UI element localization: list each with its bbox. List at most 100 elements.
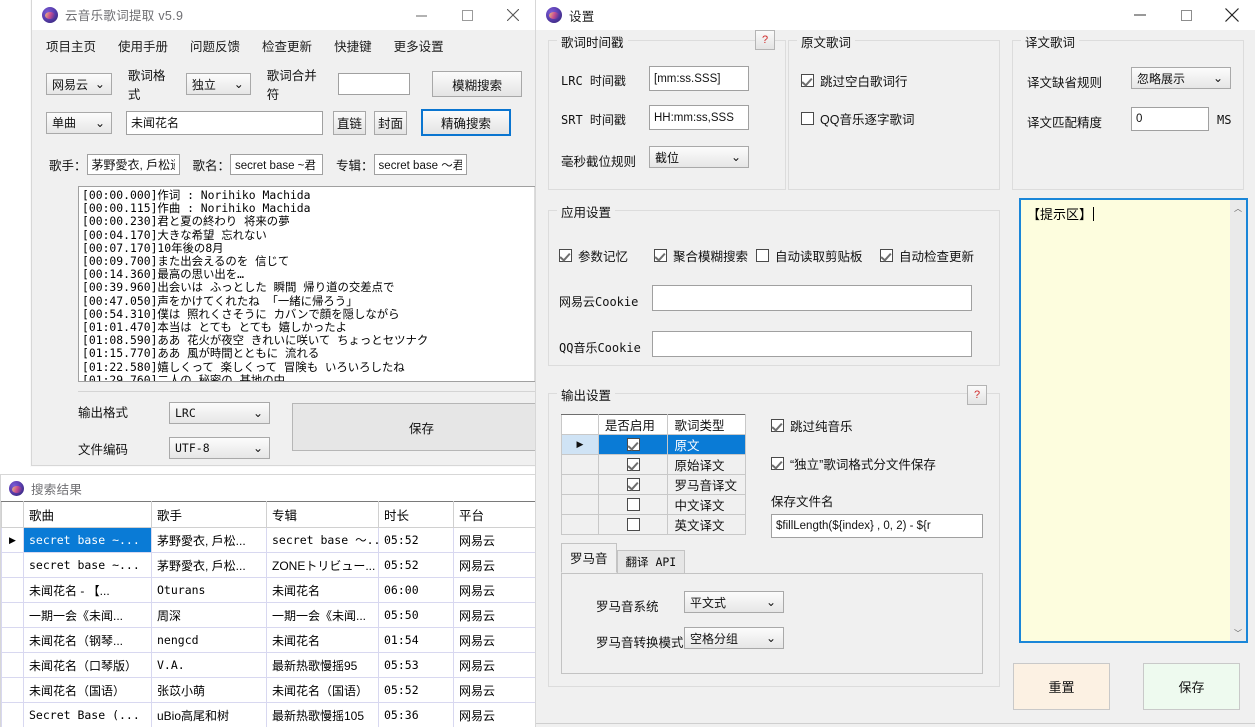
lyric-type-col-type[interactable]: 歌词类型 [667,414,746,435]
album-input[interactable] [373,154,467,175]
lyrics-textarea[interactable]: [00:00.000]作词 : Norihiko Machida [00:00.1… [78,186,551,382]
scroll-up-icon[interactable]: ︿ [1230,200,1246,216]
table-row[interactable]: 未闻花名 - 【... Oturans 未闻花名 06:00 网易云 [1,577,536,603]
split-files-checkbox[interactable]: “独立”歌词格式分文件保存 [771,454,936,473]
table-row[interactable]: Secret Base (... uBio高尾和树 最新热歌慢摇105 05:36 网易… [1,702,536,727]
lyric-type-marker: ▶ [561,434,599,455]
col-duration[interactable]: 时长 [378,501,454,528]
menu-item-update[interactable]: 检查更新 [262,36,312,55]
auto-check-update-checkbox[interactable]: 自动检查更新 [880,246,974,265]
song-input[interactable] [230,154,324,175]
netease-cookie-input[interactable] [652,285,972,311]
translation-precision-input[interactable] [1131,107,1209,131]
search-query-input[interactable] [126,110,323,135]
menu-item-more-settings[interactable]: 更多设置 [394,36,444,55]
param-memory-checkbox[interactable]: 参数记忆 [559,246,628,265]
encoding-value: UTF-8 [175,441,210,455]
artist-input[interactable] [86,154,180,175]
auto-check-update-label: 自动检查更新 [899,250,975,264]
lyric-type-table: 是否启用 歌词类型 ▶ 原文 原始译文 罗马音译文 中文译文 英文译文 [561,414,746,535]
col-platform[interactable]: 平台 [453,501,536,528]
table-row[interactable]: secret base ~... 茅野愛衣, 戶松... ZONEトリビュー... 0… [1,552,536,578]
checkbox-icon [626,497,640,511]
lyric-type-enabled-checkbox[interactable] [597,434,669,455]
reset-button[interactable]: 重置 [1013,663,1110,710]
search-type-select[interactable]: 单曲 ⌄ [46,111,112,134]
app-globe-icon [42,6,58,23]
lyric-type-enabled-checkbox[interactable] [597,474,669,495]
cover-button[interactable]: 封面 [374,110,407,135]
skip-blank-lines-checkbox[interactable]: 跳过空白歌词行 [801,71,908,90]
lyric-type-name: 英文译文 [667,514,746,535]
lyric-type-row[interactable]: 罗马音译文 [561,474,746,495]
tab-translate-api[interactable]: 翻译 API [616,550,686,574]
exact-search-button[interactable]: 精确搜索 [421,109,511,136]
roma-mode-select[interactable]: 空格分组 ⌄ [684,627,784,649]
auto-read-clipboard-checkbox[interactable]: 自动读取剪贴板 [756,246,863,265]
menu-item-hotkeys[interactable]: 快捷键 [334,36,372,55]
maximize-icon[interactable] [1163,0,1209,30]
encoding-select[interactable]: UTF-8 ⌄ [169,437,270,459]
filename-input[interactable] [771,514,983,538]
lyric-type-enabled-checkbox[interactable] [597,454,669,475]
row-marker [1,627,24,653]
translation-default-rule-select[interactable]: 忽略展示 ⌄ [1131,67,1231,89]
cell-artist: 茅野愛衣, 戶松... [151,552,267,578]
lyric-format-select[interactable]: 独立 ⌄ [185,73,251,95]
direct-link-button[interactable]: 直链 [333,110,366,135]
table-row[interactable]: 未闻花名（钢琴... nengcd 未闻花名 01:54 网易云 [1,627,536,653]
ms-rule-select[interactable]: 截位 ⌄ [649,146,749,168]
aggregate-fuzzy-search-checkbox[interactable]: 聚合模糊搜索 [654,246,748,265]
qq-cookie-input[interactable] [652,331,972,357]
save-lyrics-button[interactable]: 保存 [292,403,551,451]
results-table-container[interactable]: 歌曲 歌手 专辑 时长 平台 ▶ secret base ~... 茅野愛衣, 戶松… [1,501,536,727]
menu-item-manual[interactable]: 使用手册 [118,36,168,55]
menu-item-home[interactable]: 项目主页 [46,36,96,55]
lyric-type-row[interactable]: 英文译文 [561,514,746,535]
table-row[interactable]: 未闻花名（口琴版） V.A. 最新热歌慢摇95 05:53 网易云 [1,652,536,678]
table-row[interactable]: 未闻花名（国语） 张苡小萌 未闻花名（国语） 05:52 网易云 [1,677,536,703]
tip-area-scrollbar[interactable]: ︿ ﹀ [1230,200,1246,641]
timestamp-help-button[interactable]: ? [755,30,775,50]
lyric-type-enabled-checkbox[interactable] [597,494,669,515]
table-row[interactable]: ▶ secret base ~... 茅野愛衣, 戶松... secret base … [1,527,536,553]
save-settings-button[interactable]: 保存 [1143,663,1240,710]
ms-rule-label: 毫秒截位规则 [561,155,637,169]
row-marker [1,702,24,727]
tab-roma[interactable]: 罗马音 [561,543,617,573]
output-help-button[interactable]: ? [967,385,987,405]
lyric-type-name: 原始译文 [667,454,746,475]
close-icon[interactable] [1209,0,1255,30]
cell-album: ZONEトリビュー... [266,552,379,578]
srt-timestamp-input[interactable] [649,105,749,130]
merge-char-input[interactable] [338,73,411,95]
lyric-type-marker [561,454,599,475]
minimize-icon[interactable] [398,0,444,30]
table-row[interactable]: 一期一会《未闻... 周深 一期一会《未闻... 05:50 网易云 [1,602,536,628]
col-artist[interactable]: 歌手 [151,501,267,528]
tip-area[interactable]: 【提示区】 ︿ ﹀ [1019,198,1248,643]
col-song[interactable]: 歌曲 [23,501,152,528]
scroll-down-icon[interactable]: ﹀ [1230,625,1246,641]
output-format-select[interactable]: LRC ⌄ [169,402,270,424]
col-album[interactable]: 专辑 [266,501,379,528]
results-header-row: 歌曲 歌手 专辑 时长 平台 [1,501,536,528]
lyric-type-row[interactable]: 中文译文 [561,494,746,515]
maximize-icon[interactable] [444,0,490,30]
fuzzy-search-button[interactable]: 模糊搜索 [432,71,522,97]
lyric-type-enabled-checkbox[interactable] [597,514,669,535]
minimize-icon[interactable] [1117,0,1163,30]
lyric-type-row[interactable]: ▶ 原文 [561,434,746,455]
lyric-type-col-enabled[interactable]: 是否启用 [597,414,669,435]
roma-system-select[interactable]: 平文式 ⌄ [684,591,784,613]
lyric-type-row[interactable]: 原始译文 [561,454,746,475]
close-icon[interactable] [490,0,536,30]
cell-duration: 05:52 [378,677,454,703]
col-marker[interactable] [1,501,24,528]
skip-instrumental-checkbox[interactable]: 跳过纯音乐 [771,416,853,435]
translation-group-title: 译文歌词 [1021,32,1080,51]
menu-item-feedback[interactable]: 问题反馈 [190,36,240,55]
lrc-timestamp-input[interactable] [649,66,749,91]
source-select[interactable]: 网易云 ⌄ [46,73,112,95]
qq-word-lyrics-checkbox[interactable]: QQ音乐逐字歌词 [801,109,914,128]
